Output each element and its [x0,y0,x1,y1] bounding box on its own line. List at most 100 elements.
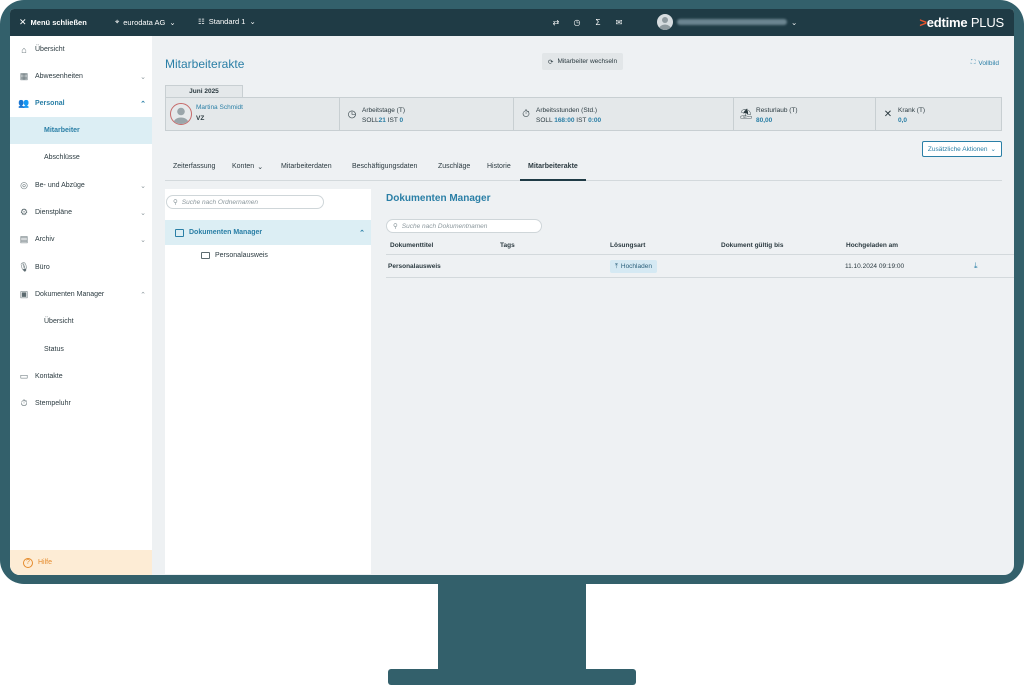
sidebar-item-label: Status [44,346,64,353]
fullscreen-button[interactable]: ⛶ Vollbild [971,59,999,67]
upload-label: Hochladen [620,263,652,270]
chevron-up-icon: ⌃ [140,291,146,299]
stat-workhours: ⏱ Arbeitsstunden (Std.) SOLL 168:00 IST … [514,98,734,130]
tab-history[interactable]: Historie [487,163,511,181]
close-menu-button[interactable]: ✕ Menü schließen [19,17,87,28]
column-header[interactable]: Lösungsart [610,242,645,249]
sidebar-item-overview[interactable]: ⌂ Übersicht [10,36,152,63]
sidebar-item-absences[interactable]: ▦ Abwesenheiten ⌄ [10,63,152,90]
sidebar-item-label: Mitarbeiter [44,127,80,134]
upload-button[interactable]: ⤒ Hochladen [610,260,657,273]
tab-bar: Zeiterfassung Konten ⌄ Mitarbeiterdaten B… [165,161,1002,181]
uploaded-cell: 11.10.2024 09:19:00 [845,263,905,270]
sidebar-item-closings[interactable]: Abschlüsse [10,144,152,171]
download-icon[interactable]: ⤓ [974,261,978,271]
stat-value: 80,00 [756,117,772,124]
tab-surcharges[interactable]: Zuschläge [438,163,470,181]
sick-value: 0,0 [898,117,908,124]
schedule-icon: ⚙ [19,207,29,217]
sidebar-item-label: Dokumenten Manager [35,291,105,298]
column-header[interactable]: Dokument gültig bis [721,242,783,249]
sidebar-item-employees[interactable]: Mitarbeiter [10,117,152,144]
sidebar-item-office[interactable]: 🎙 Büro [10,254,152,281]
document-icon: ▣ [19,289,29,299]
chevron-down-icon: ⌄ [140,236,146,244]
archive-icon: ▤ [19,234,29,244]
employee-card: Martina Schmidt VZ [166,98,340,130]
ist-value: 0:00 [588,117,602,124]
archive-box-icon [175,228,184,237]
sliders-icon: ☷ [198,17,205,26]
employee-code: VZ [196,115,205,122]
stopwatch-icon: ⏱ [20,398,28,408]
folder-search-input[interactable]: ⚲ Suche nach Ordnernamen [166,195,324,209]
close-menu-label: Menü schließen [30,18,87,27]
ist-label: IST [387,117,398,124]
folder-tree-item[interactable]: Personalausweis [201,252,268,259]
beach-icon: ⛱ [739,108,753,120]
additional-actions-button[interactable]: Zusätzliche Aktionen ⌄ [921,141,1002,157]
switch-employee-button[interactable]: ⟳ Mitarbeiter wechseln [542,53,624,70]
help-button[interactable]: ? Hilfe [10,550,152,575]
filter-icon[interactable]: ⇄ [551,17,561,27]
folder-root-label: Dokumenten Manager [189,229,263,236]
tab-time-tracking[interactable]: Zeiterfassung [173,163,215,181]
chevron-up-icon: ⌃ [359,229,365,237]
sidebar-item-dm-overview[interactable]: Übersicht [10,308,152,335]
document-search-input[interactable]: ⚲ Suche nach Dokumentnamen [386,219,542,233]
sidebar-item-contacts[interactable]: ▭ Kontakte [10,363,152,390]
sigma-icon[interactable]: Σ [593,17,603,27]
app-screen: ✕ Menü schließen ⌖ eurodata AG ⌄ ☷ Stand… [10,9,1014,575]
user-menu[interactable]: ⌄ [657,14,797,30]
stat-value: 0,0 [898,117,907,124]
stat-remaining-vacation: ⛱ Resturlaub (T) 80,00 [734,98,876,130]
tab-employee-file[interactable]: Mitarbeiterakte [520,163,586,181]
ist-label: IST [576,117,587,124]
standard-select[interactable]: ☷ Standard 1 ⌄ [198,17,256,26]
sidebar-item-personal[interactable]: 👥 Personal ⌃ [10,90,152,117]
sidebar-item-additions-deductions[interactable]: ◎ Be- und Abzüge ⌄ [10,172,152,199]
company-select[interactable]: ⌖ eurodata AG ⌄ [115,17,176,27]
folder-icon [201,252,210,259]
mail-icon[interactable]: ✉ [614,17,624,27]
company-label: eurodata AG [123,17,166,27]
sidebar-item-dm-status[interactable]: Status [10,336,152,363]
chevron-down-icon: ⌄ [257,164,264,171]
standard-label: Standard 1 [208,17,246,26]
brand-bold: edtime [926,15,968,30]
home-icon: ⌂ [21,44,27,55]
calendar-icon: ▦ [19,71,29,81]
sidebar-item-label: Übersicht [44,318,74,325]
stat-value: SOLL 168:00 IST 0:00 [536,117,601,124]
monitor-stand-foot [388,669,636,685]
stat-label: Krank (T) [898,107,926,114]
sidebar-item-archive[interactable]: ▤ Archiv ⌄ [10,226,152,253]
top-bar: ✕ Menü schließen ⌖ eurodata AG ⌄ ☷ Stand… [10,9,1014,36]
upload-icon: ⤒ [615,262,618,270]
column-header[interactable]: Dokumenttitel [390,242,433,249]
tab-accounts[interactable]: Konten ⌄ [232,163,263,181]
soll-value: 168:00 [554,117,575,124]
column-header[interactable]: Hochgeladen am [846,242,898,249]
location-pin-icon: ⌖ [115,17,120,26]
sidebar-item-label: Be- und Abzüge [35,182,85,189]
sidebar-item-label: Abschlüsse [44,154,80,161]
contacts-icon: ▭ [19,371,29,381]
sidebar-item-label: Abwesenheiten [35,73,83,80]
tab-employee-data[interactable]: Mitarbeiterdaten [281,163,332,181]
table-row[interactable]: Personalausweis ⤒ Hochladen 11.10.2024 0… [386,256,1014,278]
employee-name[interactable]: Martina Schmidt [196,104,243,111]
tab-label: Zuschläge [438,163,471,170]
folder-tree-root[interactable]: Dokumenten Manager ⌃ [165,220,371,245]
sidebar-item-label: Übersicht [35,46,65,53]
coins-icon: ◎ [20,180,28,190]
main-content: Mitarbeiterakte ⟳ Mitarbeiter wechseln ⛶… [152,36,1014,575]
tab-employment-data[interactable]: Beschäftigungsdaten [352,163,417,181]
sidebar-item-schedules[interactable]: ⚙ Dienstpläne ⌄ [10,199,152,226]
column-header[interactable]: Tags [500,242,515,249]
sidebar-item-time-clock[interactable]: ⏱ Stempeluhr [10,390,152,417]
sidebar-item-document-manager[interactable]: ▣ Dokumenten Manager ⌃ [10,281,152,308]
question-icon: ? [23,557,33,568]
tab-label: Mitarbeiterakte [528,163,578,170]
clock-icon[interactable]: ◷ [572,17,582,27]
